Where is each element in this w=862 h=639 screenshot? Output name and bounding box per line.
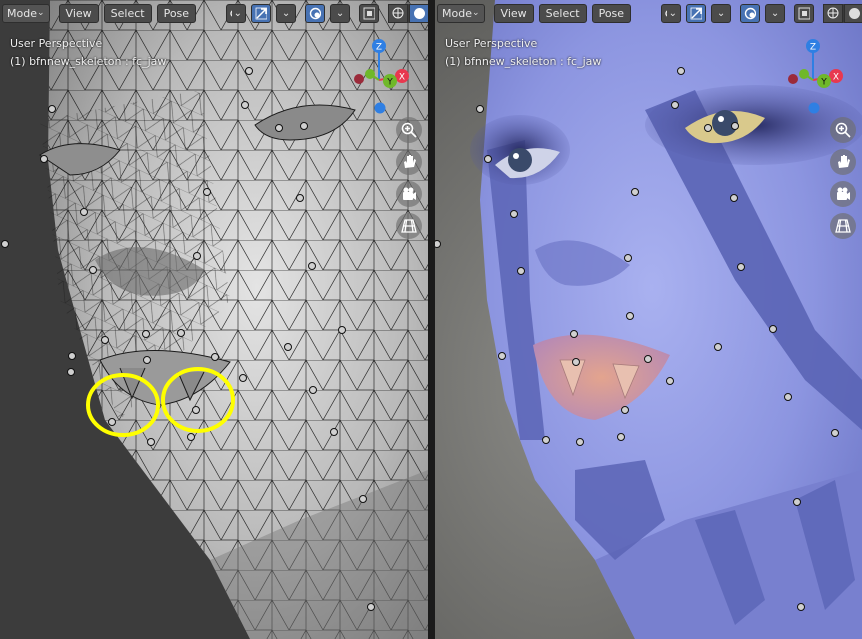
pose-menu[interactable]: Pose xyxy=(591,3,632,23)
zoom-button[interactable] xyxy=(830,117,856,143)
overlay-icon xyxy=(309,7,322,19)
gizmo-toggle-button[interactable] xyxy=(251,3,272,23)
zoom-icon xyxy=(401,122,417,138)
hand-pan-icon xyxy=(404,155,416,168)
perspective-label: User Perspective xyxy=(10,37,103,50)
neg-x-axis-handle xyxy=(788,74,798,84)
view-menu[interactable]: View xyxy=(58,3,99,23)
active-object-label: (1) bfnnew_skeleton : fc_jaw xyxy=(445,55,602,68)
navigation-controls xyxy=(396,117,422,239)
solid-shading-button[interactable] xyxy=(409,3,428,23)
perspective-label: User Perspective xyxy=(445,37,538,50)
camera-view-button[interactable] xyxy=(830,181,856,207)
chevron-down-icon: ⌄ xyxy=(233,7,243,19)
wireframe-shading-icon xyxy=(827,7,839,19)
viewport-wireframe[interactable]: Mode ⌄ View Select Pose ⌄ ⌄ ⌄ User Persp… xyxy=(0,0,428,639)
neg-x-axis-handle xyxy=(354,74,364,84)
shading-mode-group xyxy=(823,3,862,23)
camera-icon xyxy=(837,187,850,200)
hand-pan-icon xyxy=(838,155,850,168)
mode-label: Mode xyxy=(7,6,37,20)
neg-z-axis-handle xyxy=(374,102,386,114)
chevron-down-icon: ⌄ xyxy=(770,7,780,19)
navigation-gizmo[interactable]: Z X Y xyxy=(344,34,414,120)
viewport-header: Mode ⌄ View Select Pose ⌄ ⌄ ⌄ xyxy=(435,0,862,26)
shading-mode-group xyxy=(388,3,428,23)
overlay-icon xyxy=(744,7,757,19)
camera-icon xyxy=(403,187,416,200)
pose-menu[interactable]: Pose xyxy=(156,3,197,23)
solid-shading-icon xyxy=(413,7,425,19)
y-axis-label: Y xyxy=(820,78,827,88)
xray-toggle-button[interactable] xyxy=(794,3,815,23)
overlay-dropdown[interactable]: ⌄ xyxy=(330,3,351,23)
viewport-info-text: User Perspective (1) bfnnew_skeleton : f… xyxy=(10,35,166,71)
xray-icon xyxy=(363,7,376,19)
gizmo-toggle-button[interactable] xyxy=(686,3,707,23)
viewport-material[interactable]: Mode ⌄ View Select Pose ⌄ ⌄ ⌄ User Persp… xyxy=(435,0,862,639)
select-menu[interactable]: Select xyxy=(538,3,587,23)
chevron-down-icon: ⌄ xyxy=(281,7,291,19)
viewport-info-text: User Perspective (1) bfnnew_skeleton : f… xyxy=(445,35,601,71)
select-menu[interactable]: Select xyxy=(103,3,152,23)
grid-view-icon xyxy=(401,219,417,233)
gizmo-dropdown[interactable]: ⌄ xyxy=(711,3,732,23)
viewport-header: Mode ⌄ View Select Pose ⌄ ⌄ ⌄ xyxy=(0,0,428,26)
pan-button[interactable] xyxy=(830,149,856,175)
neg-y-axis-handle xyxy=(799,69,809,79)
wireframe-shading-icon xyxy=(392,7,404,19)
mode-label: Mode xyxy=(442,6,472,20)
camera-view-button[interactable] xyxy=(396,181,422,207)
xray-icon xyxy=(798,7,811,19)
gizmo-toggle-icon xyxy=(690,7,703,19)
blender-window: Mode ⌄ View Select Pose ⌄ ⌄ ⌄ User Persp… xyxy=(0,0,862,639)
orthographic-toggle-button[interactable] xyxy=(830,213,856,239)
overlay-dropdown[interactable]: ⌄ xyxy=(765,3,786,23)
navigation-controls xyxy=(830,117,856,239)
gizmo-toggle-icon xyxy=(255,7,268,19)
y-axis-label: Y xyxy=(386,78,393,88)
x-axis-label: X xyxy=(399,73,405,83)
view-menu[interactable]: View xyxy=(493,3,534,23)
neg-z-axis-handle xyxy=(808,102,820,114)
navigation-gizmo[interactable]: Z X Y xyxy=(778,34,848,120)
chevron-down-icon: ⌄ xyxy=(471,8,480,18)
mode-dropdown[interactable]: Mode ⌄ xyxy=(2,3,50,23)
chevron-down-icon: ⌄ xyxy=(36,8,45,18)
grid-view-icon xyxy=(835,219,851,233)
gizmo-dropdown[interactable]: ⌄ xyxy=(276,3,297,23)
solid-shading-icon xyxy=(848,7,860,19)
visibility-dropdown[interactable]: ⌄ xyxy=(226,3,247,23)
overlay-toggle-button[interactable] xyxy=(305,3,326,23)
xray-toggle-button[interactable] xyxy=(359,3,380,23)
chevron-down-icon: ⌄ xyxy=(668,7,678,19)
x-axis-label: X xyxy=(833,73,839,83)
chevron-down-icon: ⌄ xyxy=(335,7,345,19)
wireframe-shading-button[interactable] xyxy=(388,3,409,23)
active-object-label: (1) bfnnew_skeleton : fc_jaw xyxy=(10,55,167,68)
pan-button[interactable] xyxy=(396,149,422,175)
chevron-down-icon: ⌄ xyxy=(716,7,726,19)
eye-visibility-icon xyxy=(665,10,667,16)
mode-dropdown[interactable]: Mode ⌄ xyxy=(437,3,485,23)
overlay-toggle-button[interactable] xyxy=(740,3,761,23)
orthographic-toggle-button[interactable] xyxy=(396,213,422,239)
viewport-divider[interactable] xyxy=(428,0,435,639)
wireframe-shading-button[interactable] xyxy=(823,3,844,23)
solid-shading-button[interactable] xyxy=(844,3,862,23)
zoom-button[interactable] xyxy=(396,117,422,143)
eye-visibility-icon xyxy=(230,10,232,16)
visibility-dropdown[interactable]: ⌄ xyxy=(661,3,682,23)
z-axis-label: Z xyxy=(810,43,816,53)
z-axis-label: Z xyxy=(376,43,382,53)
neg-y-axis-handle xyxy=(365,69,375,79)
zoom-icon xyxy=(835,122,851,138)
